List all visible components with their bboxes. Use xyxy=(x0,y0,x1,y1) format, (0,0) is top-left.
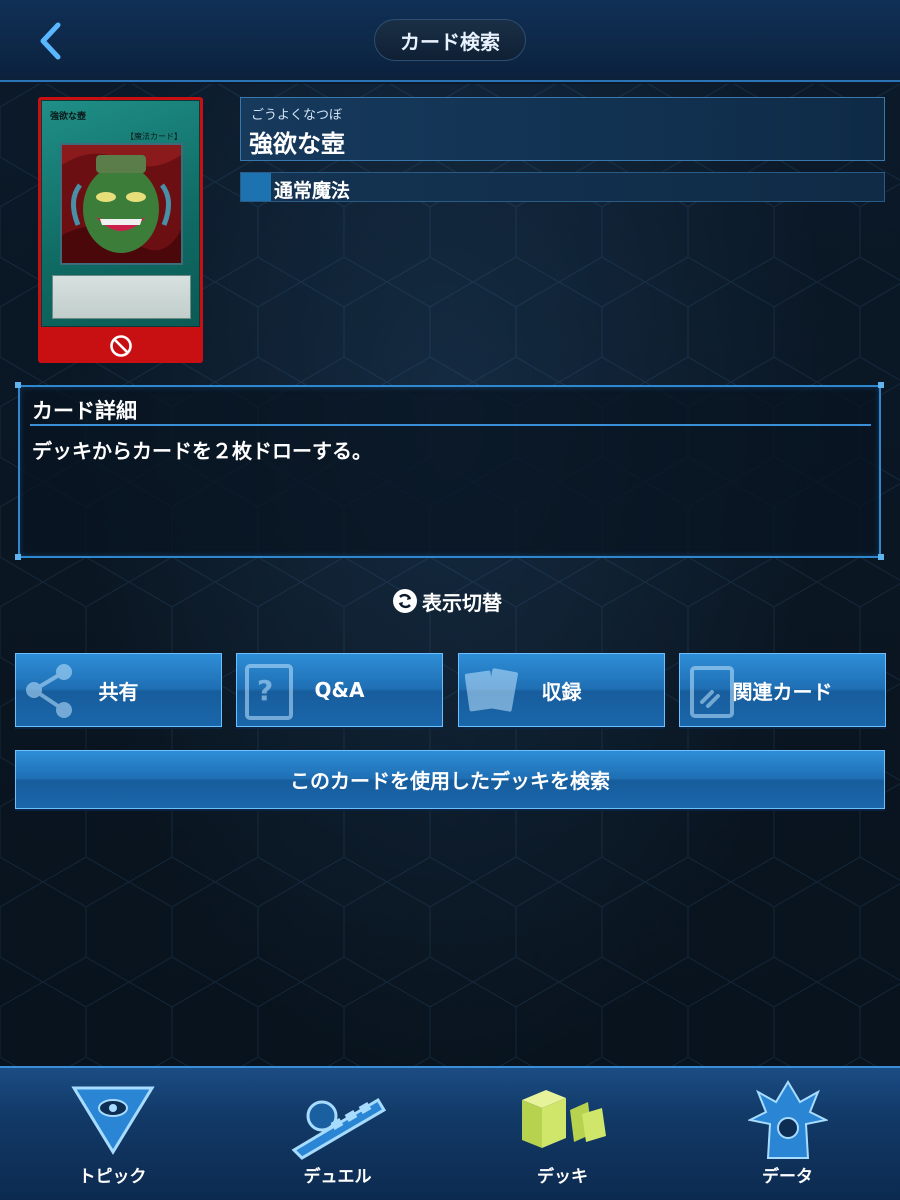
linked-card-icon xyxy=(690,666,734,718)
card-text-box xyxy=(52,275,191,319)
detail-title: カード詳細 xyxy=(32,399,137,423)
nav-topics-label: トピック xyxy=(78,1167,147,1187)
chevron-left-icon xyxy=(40,22,61,60)
corner-marker xyxy=(878,382,884,388)
card-name: 強欲な壺 xyxy=(249,130,345,158)
deck-icon xyxy=(521,1090,606,1148)
card-detail-box: カード詳細 デッキからカードを２枚ドローする。 xyxy=(18,385,881,558)
back-button[interactable] xyxy=(30,18,70,64)
corner-marker xyxy=(15,382,21,388)
display-toggle-button[interactable]: 表示切替 xyxy=(392,586,502,616)
card-image[interactable]: 強欲な壺 【魔法カード】 xyxy=(38,97,203,363)
corner-marker xyxy=(15,554,21,560)
detail-text: デッキからカードを２枚ドローする。 xyxy=(32,439,372,463)
swap-icon xyxy=(393,589,417,613)
qa-button[interactable]: ? Q&A xyxy=(236,653,443,727)
cards-stack-icon xyxy=(465,668,518,712)
nav-deck-label: デッキ xyxy=(537,1167,588,1187)
search-decks-button[interactable]: このカードを使用したデッキを検索 xyxy=(15,750,885,809)
duel-disk-icon xyxy=(291,1097,386,1160)
question-card-icon: ? xyxy=(245,664,293,720)
nav-duel[interactable]: デュエル xyxy=(225,1068,450,1200)
nav-topics[interactable]: トピック xyxy=(0,1068,225,1200)
display-toggle-label: 表示切替 xyxy=(422,590,502,615)
share-button[interactable]: 共有 xyxy=(15,653,222,727)
card-illustration xyxy=(60,143,183,265)
svg-text:?: ? xyxy=(257,674,273,707)
divider xyxy=(30,424,871,426)
forbidden-icon xyxy=(109,335,132,357)
top-bar: カード検索 xyxy=(0,0,900,82)
nav-data[interactable]: データ xyxy=(675,1068,900,1200)
card-type-swatch xyxy=(241,173,271,201)
card-name-panel: ごうよくなつぼ 強欲な壺 xyxy=(240,97,885,161)
card-art: 強欲な壺 【魔法カード】 xyxy=(41,100,200,327)
nav-deck[interactable]: デッキ xyxy=(450,1068,675,1200)
card-name-ruby: ごうよくなつぼ xyxy=(251,108,343,123)
card-type: 通常魔法 xyxy=(274,180,351,202)
card-type-panel: 通常魔法 xyxy=(240,172,885,202)
ban-status-bar xyxy=(38,329,203,363)
qa-label: Q&A xyxy=(314,678,365,702)
release-label: 収録 xyxy=(541,679,582,704)
nav-data-label: データ xyxy=(762,1167,813,1187)
share-icon xyxy=(26,664,72,718)
card-art-type-tag: 【魔法カード】 xyxy=(126,132,182,141)
nav-duel-label: デュエル xyxy=(303,1167,372,1187)
character-icon xyxy=(747,1080,828,1159)
corner-marker xyxy=(878,554,884,560)
bottom-nav: トピック デュエル デッキ データ xyxy=(0,1066,900,1200)
millennium-puzzle-icon xyxy=(70,1086,155,1155)
share-label: 共有 xyxy=(98,679,139,704)
page-title: カード検索 xyxy=(374,19,526,61)
release-button[interactable]: 収録 xyxy=(458,653,665,727)
related-cards-button[interactable]: 関連カード xyxy=(679,653,886,727)
card-art-title: 強欲な壺 xyxy=(50,112,87,122)
related-cards-label: 関連カード xyxy=(732,679,833,704)
